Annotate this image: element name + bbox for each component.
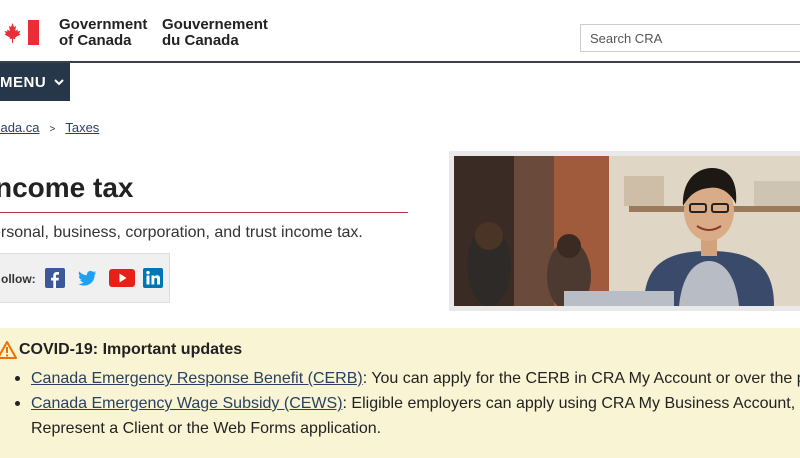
site-header: Government of Canada Gouvernement du Can… <box>0 0 800 63</box>
linkedin-icon[interactable] <box>143 268 163 288</box>
list-item: Canada Emergency Response Benefit (CERB)… <box>11 366 800 391</box>
social-follow-box: ollow: <box>0 253 170 303</box>
canada-flag-icon[interactable] <box>0 20 39 45</box>
twitter-icon[interactable] <box>77 268 97 288</box>
breadcrumb-link-canada[interactable]: anada.ca <box>0 120 40 135</box>
breadcrumb: anada.ca > Taxes <box>0 120 99 135</box>
wordmark-fr-line2: du Canada <box>162 32 239 49</box>
covid-alert: COVID-19: Important updates Canada Emerg… <box>0 328 800 458</box>
facebook-icon[interactable] <box>45 268 65 288</box>
cerb-link[interactable]: Canada Emergency Response Benefit (CERB) <box>31 370 363 387</box>
chevron-down-icon <box>54 79 64 86</box>
youtube-icon[interactable] <box>109 268 135 288</box>
page-title: ncome tax <box>0 172 134 203</box>
cews-description-continued: Represent a Client or the Web Forms appl… <box>31 420 382 437</box>
follow-label: ollow: <box>1 272 36 286</box>
student-on-laptop-image <box>454 156 800 306</box>
cerb-description: : You can apply for the CERB in CRA My A… <box>362 370 800 387</box>
cews-link[interactable]: Canada Emergency Wage Subsidy (CEWS) <box>31 395 343 412</box>
menu-label: MENU <box>0 73 47 91</box>
search-input[interactable] <box>581 25 800 51</box>
cews-description: : Eligible employers can apply using CRA… <box>342 395 796 412</box>
list-item: Canada Emergency Wage Subsidy (CEWS): El… <box>11 391 800 441</box>
search-box[interactable] <box>580 24 800 52</box>
wordmark-en-line2: of Canada <box>59 32 132 49</box>
breadcrumb-separator-icon: > <box>49 124 56 135</box>
alert-heading-text: COVID-19: Important updates <box>19 341 243 358</box>
wordmark-fr-line1: Gouvernement <box>162 16 268 33</box>
wordmark-english[interactable]: Government of Canada <box>59 17 147 49</box>
alert-list: Canada Emergency Response Benefit (CERB)… <box>11 366 800 441</box>
alert-heading: COVID-19: Important updates <box>0 341 242 359</box>
hero-photo <box>454 156 800 306</box>
page-subtitle: ersonal, business, corporation, and trus… <box>0 224 363 241</box>
wordmark-en-line1: Government <box>59 16 148 33</box>
title-underline <box>0 212 408 213</box>
hero-image <box>449 151 800 311</box>
warning-icon <box>0 341 17 359</box>
wordmark-french[interactable]: Gouvernement du Canada <box>162 17 268 49</box>
breadcrumb-link-taxes[interactable]: Taxes <box>65 120 99 135</box>
menu-button[interactable]: MENU <box>0 63 70 101</box>
